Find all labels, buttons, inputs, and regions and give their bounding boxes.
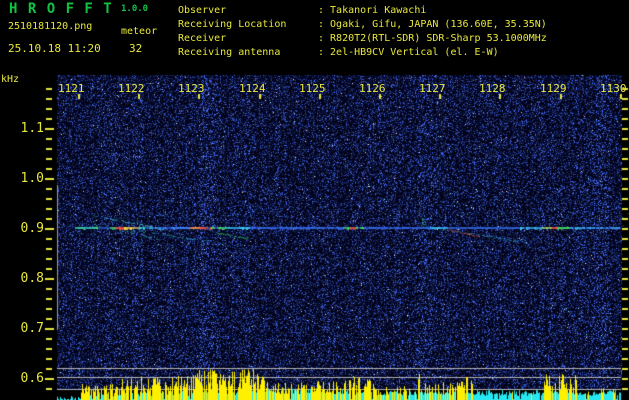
freq-label-0: 1.1: [20, 121, 44, 136]
freq-unit-label: kHz: [1, 74, 20, 85]
info-label: Receiver: [178, 33, 227, 44]
info-label: Receiving Location: [178, 19, 287, 30]
time-label-2: 1123: [178, 82, 205, 95]
app-version: 1.0.0: [121, 4, 149, 14]
freq-label-1: 1.0: [20, 171, 44, 186]
time-label-7: 1128: [479, 82, 506, 95]
info-separator: :: [318, 47, 325, 58]
info-separator: :: [318, 33, 325, 44]
time-label-1: 1122: [118, 82, 145, 95]
freq-label-3: 0.8: [20, 271, 44, 286]
time-label-5: 1126: [359, 82, 386, 95]
time-label-6: 1127: [419, 82, 446, 95]
hrofft-output: H R O F F T 1.0.0 2510181120.png meteor …: [0, 0, 629, 400]
info-value: 2el-HB9CV Vertical (el. E-W): [330, 47, 499, 58]
capture-filename: 2510181120.png: [8, 21, 93, 32]
freq-label-4: 0.7: [20, 321, 44, 336]
app-title: H R O F F T: [9, 1, 113, 17]
time-label-3: 1124: [239, 82, 266, 95]
time-label-0: 1121: [58, 82, 85, 95]
echo-count: 32: [129, 42, 143, 55]
station-info: Observer: Takanori Kawachi Receiving Loca…: [178, 4, 547, 60]
info-separator: :: [318, 5, 325, 16]
spectrogram-canvas: [0, 0, 629, 400]
time-label-4: 1125: [299, 82, 326, 95]
info-row-receiver: Receiver: R820T2(RTL-SDR) SDR-Sharp 53.10…: [178, 32, 547, 46]
info-row-location: Receiving Location: Ogaki, Gifu, JAPAN (1…: [178, 18, 547, 32]
freq-label-2: 0.9: [20, 221, 44, 236]
capture-datetime: 25.10.18 11:20: [8, 42, 101, 55]
info-label: Observer: [178, 5, 227, 16]
info-row-antenna: Receiving antenna:2el-HB9CV Vertical (el…: [178, 46, 547, 60]
info-label: Receiving antenna: [178, 47, 281, 58]
info-value: Takanori Kawachi: [330, 5, 427, 16]
time-label-9: 1130: [600, 82, 627, 95]
mode-label: meteor: [121, 26, 158, 37]
freq-label-5: 0.6: [20, 371, 44, 386]
info-row-observer: Observer: Takanori Kawachi: [178, 4, 547, 18]
info-value: Ogaki, Gifu, JAPAN (136.60E, 35.35N): [330, 19, 547, 30]
time-label-8: 1129: [540, 82, 567, 95]
info-separator: :: [318, 19, 325, 30]
info-value: R820T2(RTL-SDR) SDR-Sharp 53.1000MHz: [330, 33, 547, 44]
